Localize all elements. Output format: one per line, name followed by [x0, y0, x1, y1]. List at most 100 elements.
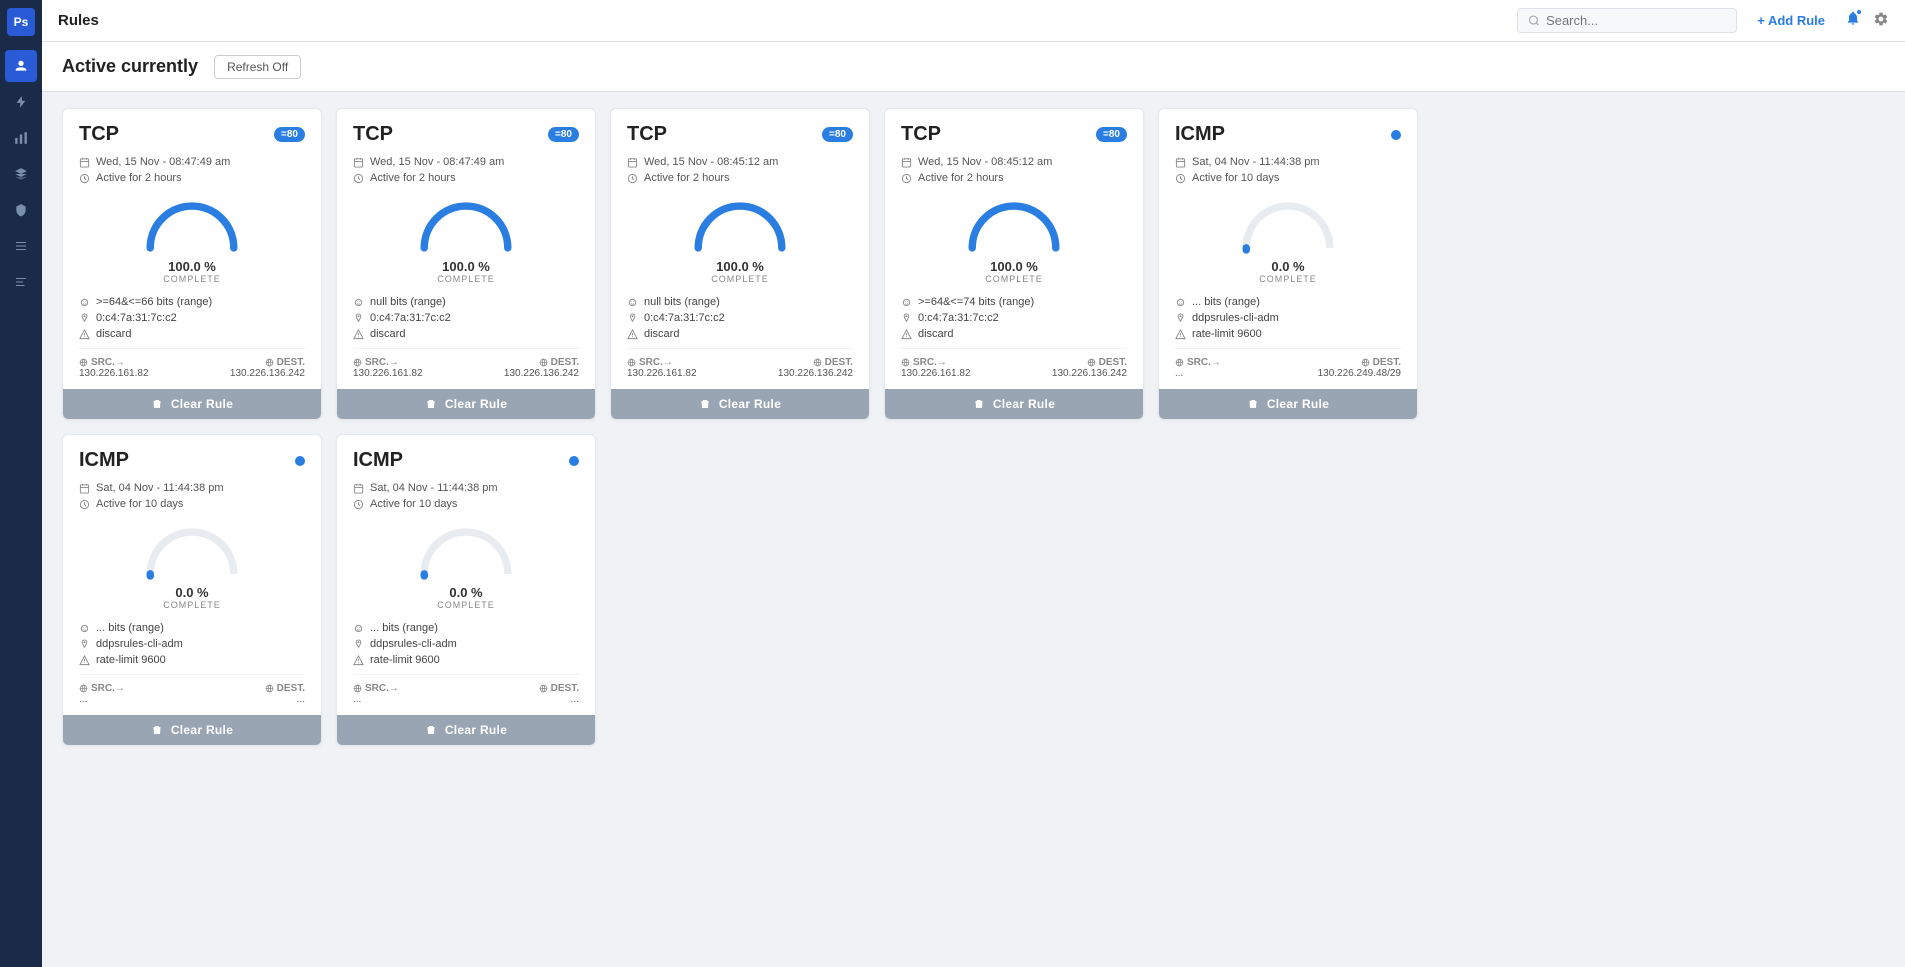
src-value: 130.226.161.82 [627, 368, 697, 379]
card-bits: ... bits (range) [370, 622, 438, 634]
src-label: SRC.→ [79, 357, 125, 368]
rule-card: TCP =80 Wed, 15 Nov - 08:47:49 am Active… [62, 108, 322, 420]
src-label: SRC.→ [79, 683, 125, 694]
clear-rule-button[interactable]: Clear Rule [885, 389, 1143, 419]
dest-value: ... [297, 694, 305, 705]
rule-card: TCP =80 Wed, 15 Nov - 08:47:49 am Active… [336, 108, 596, 420]
page-header: Active currently Refresh Off [42, 42, 1905, 92]
clear-rule-button[interactable]: Clear Rule [1159, 389, 1417, 419]
card-active: Active for 10 days [1192, 172, 1279, 184]
src-value: ... [1175, 368, 1183, 379]
dest-value: 130.226.136.242 [230, 368, 305, 379]
sidebar-item-menu1[interactable] [5, 230, 37, 262]
card-spacer [1158, 434, 1418, 746]
card-action: rate-limit 9600 [370, 654, 440, 666]
calendar-icon [901, 157, 912, 168]
gauge-label: COMPLETE [985, 274, 1043, 284]
src-value: ... [79, 694, 87, 705]
clock-icon [79, 499, 90, 510]
pin-icon [1175, 313, 1186, 324]
card-protocol: ICMP [79, 449, 129, 472]
badge: =80 [548, 127, 579, 142]
sidebar-item-menu2[interactable] [5, 266, 37, 298]
card-date: Wed, 15 Nov - 08:45:12 am [644, 156, 778, 168]
src-icon [901, 358, 910, 367]
badge: =80 [274, 127, 305, 142]
sidebar: Ps [0, 0, 42, 967]
dest-label: DEST. [265, 683, 305, 694]
badge-dot [569, 456, 579, 466]
calendar-icon [627, 157, 638, 168]
card-action: discard [918, 328, 953, 340]
src-icon [353, 358, 362, 367]
cards-area: TCP =80 Wed, 15 Nov - 08:47:49 am Active… [42, 92, 1905, 967]
topbar-title: Rules [58, 12, 1505, 29]
dest-value: 130.226.249.48/29 [1318, 368, 1401, 379]
src-icon [353, 684, 362, 693]
card-date: Wed, 15 Nov - 08:47:49 am [96, 156, 230, 168]
card-active: Active for 2 hours [370, 172, 456, 184]
card-spacer [610, 434, 870, 746]
settings-icon[interactable] [1873, 11, 1889, 31]
refresh-button[interactable]: Refresh Off [214, 55, 301, 79]
clear-rule-button[interactable]: Clear Rule [63, 715, 321, 745]
cards-row-2: ICMP Sat, 04 Nov - 11:44:38 pm Active fo… [62, 434, 1885, 746]
calendar-icon [353, 157, 364, 168]
rule-card: TCP =80 Wed, 15 Nov - 08:45:12 am Active… [884, 108, 1144, 420]
pin-icon [353, 313, 364, 324]
trash-icon [1247, 398, 1259, 410]
search-input[interactable] [1546, 13, 1726, 28]
src-icon [627, 358, 636, 367]
trash-icon [973, 398, 985, 410]
pin-icon [627, 313, 638, 324]
warning-icon [901, 329, 912, 340]
dest-label: DEST. [539, 357, 579, 368]
badge-dot [1391, 130, 1401, 140]
clear-rule-button[interactable]: Clear Rule [63, 389, 321, 419]
warning-icon [79, 655, 90, 666]
rule-card: ICMP Sat, 04 Nov - 11:44:38 pm Active fo… [62, 434, 322, 746]
gauge-label: COMPLETE [437, 600, 495, 610]
card-date: Wed, 15 Nov - 08:47:49 am [370, 156, 504, 168]
add-rule-button[interactable]: + Add Rule [1749, 9, 1833, 32]
dest-icon [265, 684, 274, 693]
sidebar-item-shield[interactable] [5, 194, 37, 226]
sidebar-item-flash[interactable] [5, 86, 37, 118]
card-action: rate-limit 9600 [1192, 328, 1262, 340]
trash-icon [151, 398, 163, 410]
search-wrapper [1517, 8, 1737, 33]
sidebar-item-layers[interactable] [5, 158, 37, 190]
gauge-pct: 100.0 % [990, 259, 1038, 274]
dest-label: DEST. [1361, 357, 1401, 368]
card-protocol: TCP [79, 123, 119, 146]
src-value: 130.226.161.82 [79, 368, 149, 379]
sidebar-item-user[interactable] [5, 50, 37, 82]
gauge-label: COMPLETE [1259, 274, 1317, 284]
notification-bell[interactable] [1845, 10, 1861, 31]
card-protocol: TCP [627, 123, 667, 146]
rule-card: TCP =80 Wed, 15 Nov - 08:45:12 am Active… [610, 108, 870, 420]
clock-icon [353, 173, 364, 184]
card-bits: ... bits (range) [96, 622, 164, 634]
main-content: Rules + Add Rule Active currently Refres… [42, 0, 1905, 967]
clear-rule-button[interactable]: Clear Rule [337, 715, 595, 745]
gauge-pct: 0.0 % [175, 585, 208, 600]
clock-icon [627, 173, 638, 184]
warning-icon [353, 329, 364, 340]
search-icon [1528, 14, 1540, 27]
pin-icon [901, 313, 912, 324]
card-active: Active for 10 days [96, 498, 183, 510]
sidebar-item-chart[interactable] [5, 122, 37, 154]
gauge-label: COMPLETE [437, 274, 495, 284]
card-bits: >=64&<=66 bits (range) [96, 296, 212, 308]
dest-icon [1087, 358, 1096, 367]
card-mac: ddpsrules-cli-adm [370, 638, 457, 650]
gauge-label: COMPLETE [163, 600, 221, 610]
clear-rule-button[interactable]: Clear Rule [611, 389, 869, 419]
bug-icon [1175, 297, 1186, 308]
gauge-pct: 100.0 % [716, 259, 764, 274]
clear-rule-button[interactable]: Clear Rule [337, 389, 595, 419]
dest-icon [1361, 358, 1370, 367]
bug-icon [627, 297, 638, 308]
card-action: discard [96, 328, 131, 340]
